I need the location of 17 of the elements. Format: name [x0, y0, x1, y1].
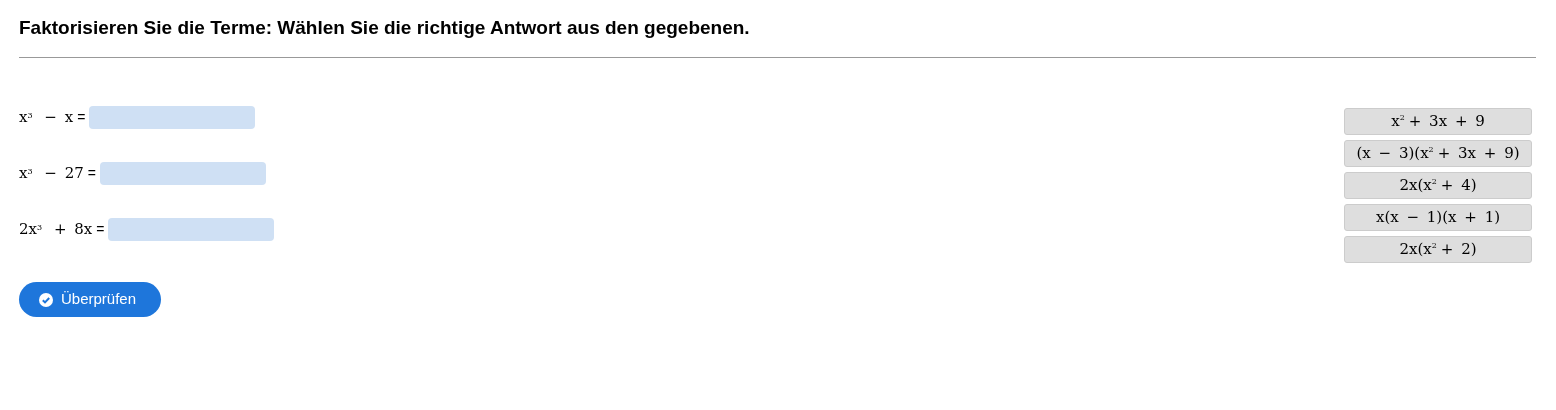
answer-option[interactable]: x(x − 1)(x + 1)	[1344, 204, 1532, 231]
math-term: x$^{3}$ − 27	[19, 163, 84, 185]
equals-sign: =	[87, 164, 96, 183]
check-circle-icon	[39, 292, 53, 307]
question-title: Faktorisieren Sie die Terme: Wählen Sie die richtige Antwort aus den gegebenen.	[19, 16, 750, 40]
equals-sign: =	[96, 220, 105, 239]
answer-drop-field[interactable]	[99, 162, 266, 185]
answer-option[interactable]: x$^{2}$ + 3x + 9	[1344, 108, 1532, 135]
check-button[interactable]: Überprüfen	[19, 282, 161, 317]
answer-option[interactable]: 2x(x$^{2}$ + 4)	[1344, 172, 1532, 199]
answer-option[interactable]: 2x(x$^{2}$ + 2)	[1344, 236, 1532, 263]
answer-option[interactable]: (x − 3)(x$^{2}$ + 3x + 9)	[1344, 140, 1532, 167]
equals-sign: =	[77, 108, 86, 127]
math-term: 2x$^{3}$ + 8x	[19, 219, 93, 241]
math-term: x$^{3}$ − x	[19, 107, 74, 129]
answer-drop-field[interactable]	[108, 218, 275, 241]
answer-drop-field[interactable]	[89, 106, 256, 129]
